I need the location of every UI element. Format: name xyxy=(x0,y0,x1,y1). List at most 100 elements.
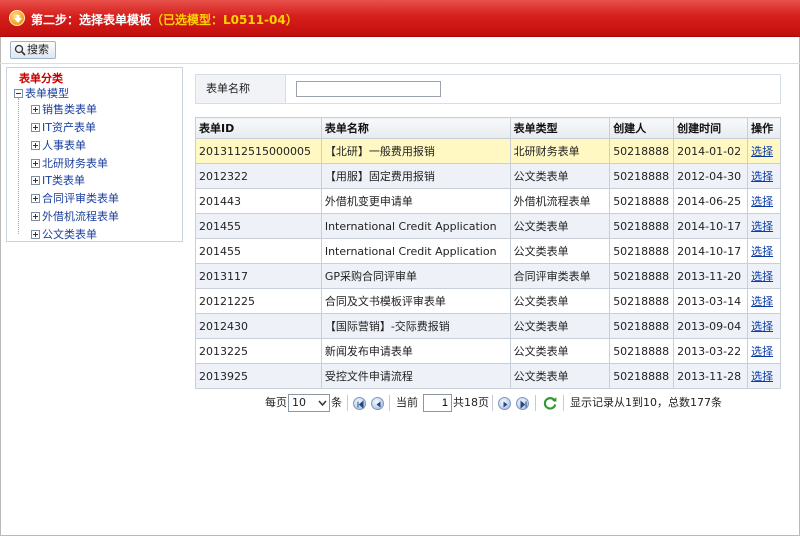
cell-type: 公文类表单 xyxy=(509,288,611,314)
select-link[interactable]: 选择 xyxy=(751,245,773,258)
cell-creator: 50218888 xyxy=(609,263,675,289)
tree-item-label: 北研财务表单 xyxy=(42,157,108,170)
cell-time: 2012-04-30 xyxy=(673,163,749,189)
table-row[interactable]: 201455 International Credit Application … xyxy=(195,213,781,239)
tree-item-it[interactable]: IT类表单 xyxy=(31,172,85,188)
cell-creator: 50218888 xyxy=(609,363,675,389)
form-name-input[interactable] xyxy=(296,81,441,97)
table-row[interactable]: 2013225 新闻发布申请表单 公文类表单 50218888 2013-03-… xyxy=(195,338,781,364)
table-row[interactable]: 2013112515000005 【北研】一般费用报销 北研财务表单 50218… xyxy=(195,138,781,164)
toolbar-divider xyxy=(0,63,800,64)
cell-name: GP采购合同评审单 xyxy=(320,263,511,289)
table-row[interactable]: 2013925 受控文件申请流程 公文类表单 50218888 2013-11-… xyxy=(195,363,781,389)
prev-page-icon[interactable] xyxy=(371,397,384,410)
table-row[interactable]: 201443 外借机变更申请单 外借机流程表单 50218888 2014-06… xyxy=(195,188,781,214)
cell-id: 2012322 xyxy=(195,163,322,189)
tree-item-documents[interactable]: 公文类表单 xyxy=(31,226,97,242)
cell-id: 2013225 xyxy=(195,338,322,364)
current-page-input[interactable] xyxy=(423,394,452,412)
title-bar: 第二步：选择表单模板（已选模型：L0511-04） xyxy=(0,0,800,37)
tree-item-loaner[interactable]: 外借机流程表单 xyxy=(31,208,119,224)
per-page-label: 每页 xyxy=(265,396,287,409)
expand-icon[interactable] xyxy=(31,230,40,239)
cell-action: 选择 xyxy=(747,163,781,189)
column-header-id[interactable]: 表单ID xyxy=(195,117,322,139)
cell-creator: 50218888 xyxy=(609,188,675,214)
cell-creator: 50218888 xyxy=(609,338,675,364)
cell-type: 公文类表单 xyxy=(509,238,611,264)
select-link[interactable]: 选择 xyxy=(751,320,773,333)
cell-name: 合同及文书模板评审表单 xyxy=(320,288,511,314)
search-button[interactable]: 搜索 xyxy=(10,41,56,59)
cell-time: 2013-03-14 xyxy=(673,288,749,314)
cell-action: 选择 xyxy=(747,338,781,364)
select-link[interactable]: 选择 xyxy=(751,170,773,183)
column-header-creator[interactable]: 创建人 xyxy=(609,117,675,139)
cell-name: 【国际营销】-交际费报销 xyxy=(320,313,511,339)
cell-name: 受控文件申请流程 xyxy=(320,363,511,389)
select-link[interactable]: 选择 xyxy=(751,220,773,233)
tree-item-label: 销售类表单 xyxy=(42,103,97,116)
select-link[interactable]: 选择 xyxy=(751,345,773,358)
select-link[interactable]: 选择 xyxy=(751,195,773,208)
form-name-label: 表单名称 xyxy=(196,75,286,103)
cell-creator: 50218888 xyxy=(609,163,675,189)
form-template-table: 表单ID 表单名称 表单类型 创建人 创建时间 操作 2013112515000… xyxy=(195,117,781,389)
cell-creator: 50218888 xyxy=(609,238,675,264)
tree-item-hr[interactable]: 人事表单 xyxy=(31,137,86,153)
expand-icon[interactable] xyxy=(31,159,40,168)
cell-id: 2012430 xyxy=(195,313,322,339)
column-header-name[interactable]: 表单名称 xyxy=(320,117,511,139)
table-row[interactable]: 20121225 合同及文书模板评审表单 公文类表单 50218888 2013… xyxy=(195,288,781,314)
page-title: 第二步：选择表单模板（已选模型：L0511-04） xyxy=(31,11,298,28)
expand-icon[interactable] xyxy=(31,123,40,132)
expand-icon[interactable] xyxy=(31,105,40,114)
expand-icon[interactable] xyxy=(31,141,40,150)
cell-id: 20121225 xyxy=(195,288,322,314)
cell-time: 2013-11-20 xyxy=(673,263,749,289)
cell-time: 2014-01-02 xyxy=(673,138,749,164)
cell-action: 选择 xyxy=(747,313,781,339)
select-link[interactable]: 选择 xyxy=(751,370,773,383)
select-link[interactable]: 选择 xyxy=(751,145,773,158)
tree-item-contract[interactable]: 合同评审类表单 xyxy=(31,190,119,206)
select-link[interactable]: 选择 xyxy=(751,270,773,283)
last-page-icon[interactable] xyxy=(516,397,529,410)
pager-separator xyxy=(563,395,564,411)
table-row[interactable]: 2012430 【国际营销】-交际费报销 公文类表单 50218888 2013… xyxy=(195,313,781,339)
tree-item-sales[interactable]: 销售类表单 xyxy=(31,101,97,117)
category-tree: 表单分类 表单模型 销售类表单 IT资产表单 人事表单 北研财务表单 IT类表单… xyxy=(6,67,183,242)
tree-item-label: 合同评审类表单 xyxy=(42,192,119,205)
tree-root-node[interactable]: 表单模型 xyxy=(14,85,69,101)
cell-type: 北研财务表单 xyxy=(509,138,611,164)
expand-icon[interactable] xyxy=(31,176,40,185)
table-row[interactable]: 201455 International Credit Application … xyxy=(195,238,781,264)
cell-time: 2013-09-04 xyxy=(673,313,749,339)
tree-item-label: 公文类表单 xyxy=(42,228,97,241)
column-header-created-time[interactable]: 创建时间 xyxy=(673,117,749,139)
refresh-icon[interactable] xyxy=(542,395,558,411)
expand-icon[interactable] xyxy=(31,194,40,203)
column-header-type[interactable]: 表单类型 xyxy=(509,117,611,139)
select-link[interactable]: 选择 xyxy=(751,295,773,308)
cell-action: 选择 xyxy=(747,263,781,289)
next-page-icon[interactable] xyxy=(498,397,511,410)
first-page-icon[interactable] xyxy=(353,397,366,410)
cell-id: 2013925 xyxy=(195,363,322,389)
collapse-icon[interactable] xyxy=(14,89,23,98)
tree-item-it-assets[interactable]: IT资产表单 xyxy=(31,119,96,135)
search-icon xyxy=(14,44,26,56)
page-size-select[interactable]: 10 xyxy=(288,394,330,412)
table-row[interactable]: 2012322 【用服】固定费用报销 公文类表单 50218888 2012-0… xyxy=(195,163,781,189)
chevron-down-icon xyxy=(318,400,327,407)
table-row[interactable]: 2013117 GP采购合同评审单 合同评审类表单 50218888 2013-… xyxy=(195,263,781,289)
per-page-unit: 条 xyxy=(331,396,342,409)
expand-icon[interactable] xyxy=(31,212,40,221)
cell-time: 2013-11-28 xyxy=(673,363,749,389)
cell-creator: 50218888 xyxy=(609,288,675,314)
cell-type: 外借机流程表单 xyxy=(509,188,611,214)
tree-title: 表单分类 xyxy=(19,72,63,85)
pager-separator xyxy=(492,395,493,411)
tree-item-finance[interactable]: 北研财务表单 xyxy=(31,155,108,171)
cell-id: 201455 xyxy=(195,238,322,264)
